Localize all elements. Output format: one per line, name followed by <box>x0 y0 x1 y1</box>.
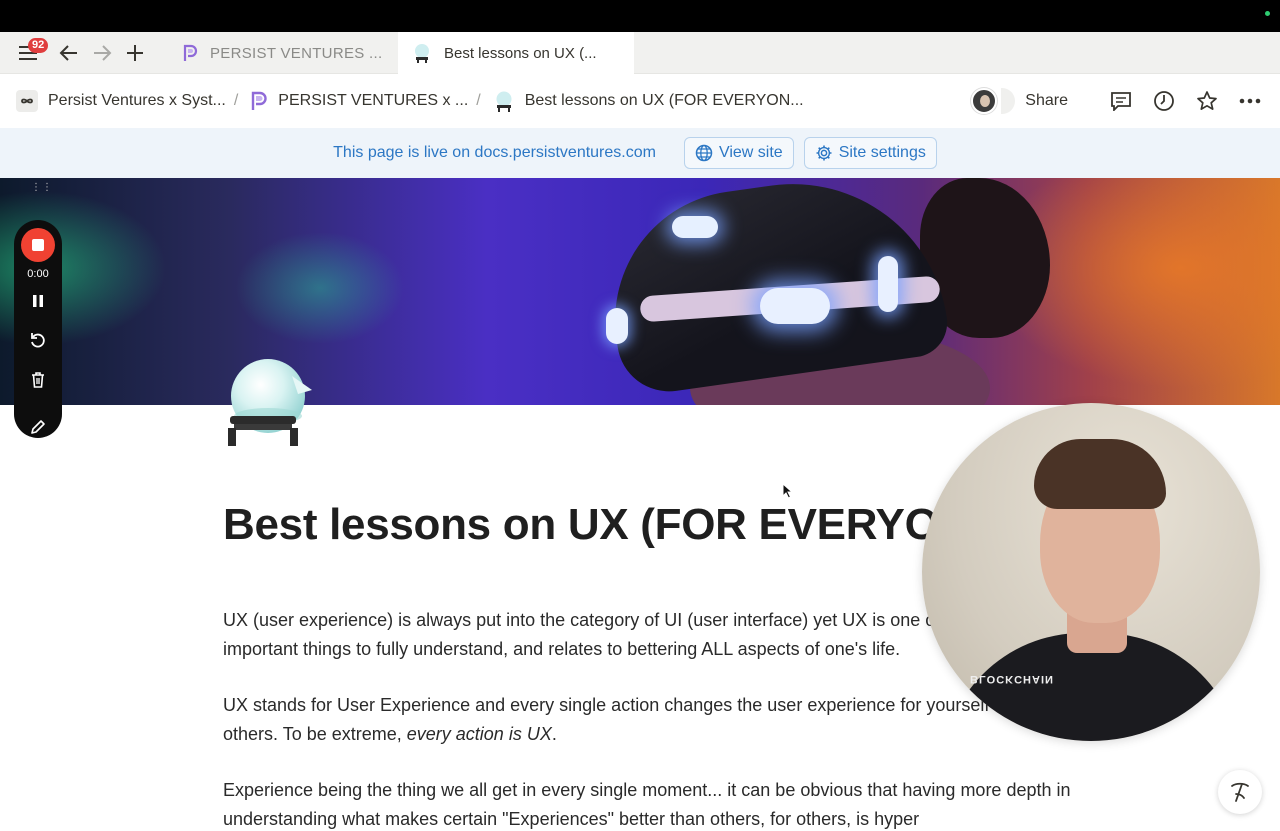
avatar[interactable] <box>971 88 998 114</box>
restart-icon <box>31 333 45 348</box>
webcam-bubble[interactable]: BLOCKCHAIN <box>922 403 1260 741</box>
share-button[interactable]: Share <box>1025 92 1068 110</box>
page-cover-image[interactable] <box>0 178 1280 405</box>
live-site-banner: This page is live on docs.persistventure… <box>0 128 1280 178</box>
stop-recording-button[interactable] <box>21 228 55 262</box>
persist-logo-icon <box>182 44 198 62</box>
more-options-button[interactable] <box>1238 89 1262 113</box>
status-dot <box>1265 11 1270 16</box>
restart-button[interactable] <box>14 331 62 349</box>
new-tab-button[interactable] <box>120 32 150 74</box>
crystal-ball-icon <box>493 90 515 112</box>
arrow-right-icon <box>94 45 112 61</box>
site-settings-label: Site settings <box>838 144 926 161</box>
ai-assistant-icon <box>1231 782 1249 802</box>
tab-label: PERSIST VENTURES ... <box>210 44 383 62</box>
paragraph-2-text: UX stands for User Experience and every … <box>223 695 1025 744</box>
pause-icon <box>33 295 43 307</box>
page-title[interactable]: Best lessons on UX (FOR EVERYO <box>223 500 939 550</box>
webcam-hair-shape <box>1034 439 1166 509</box>
tab-best-lessons-ux[interactable]: Best lessons on UX (... <box>398 32 634 74</box>
cover-light-3 <box>878 256 898 312</box>
arrow-left-icon <box>59 45 77 61</box>
page-actions: Share <box>971 74 1262 128</box>
draw-button[interactable] <box>14 418 62 436</box>
tab-persist-ventures[interactable]: PERSIST VENTURES ... <box>168 32 398 74</box>
avatar-placeholder <box>1001 88 1016 114</box>
help-button[interactable] <box>1218 770 1262 814</box>
persist-logo-icon <box>250 91 268 111</box>
system-top-bar <box>0 0 1280 32</box>
forward-button[interactable] <box>87 32 117 74</box>
gear-icon <box>815 144 833 162</box>
webcam-shirt-logo: BLOCKCHAIN <box>970 673 1054 685</box>
cover-light-2 <box>760 288 830 324</box>
breadcrumb-separator: / <box>233 92 239 109</box>
breadcrumb-item-workspace[interactable]: Persist Ventures x Syst... <box>16 90 226 112</box>
cover-light-4 <box>606 308 628 344</box>
paragraph-3[interactable]: Experience being the thing we all get in… <box>223 776 1083 831</box>
breadcrumb: Persist Ventures x Syst... / PERSIST VEN… <box>16 74 804 128</box>
crystal-ball-icon <box>412 43 432 63</box>
cover-light-1 <box>672 216 718 238</box>
breadcrumb-item-current-page[interactable]: Best lessons on UX (FOR EVERYON... <box>493 90 804 112</box>
breadcrumb-label: Best lessons on UX (FOR EVERYON... <box>524 92 804 109</box>
plus-icon <box>127 45 143 61</box>
browser-tab-strip: 92 PERSIST VENTURES ... Best lessons on … <box>0 32 1280 74</box>
breadcrumb-separator: / <box>476 92 481 109</box>
breadcrumb-item-persist[interactable]: PERSIST VENTURES x ... <box>250 91 468 111</box>
site-settings-button[interactable]: Site settings <box>803 137 937 169</box>
delete-recording-button[interactable] <box>14 371 62 388</box>
tab-label: Best lessons on UX (... <box>444 44 597 62</box>
notification-badge: 92 <box>28 38 49 53</box>
comment-icon <box>1111 92 1131 111</box>
breadcrumb-bar: Persist Ventures x Syst... / PERSIST VEN… <box>0 74 1280 128</box>
favorite-button[interactable] <box>1195 89 1219 113</box>
crystal-ball-icon <box>228 359 312 446</box>
infinity-icon <box>16 90 38 112</box>
clock-icon <box>1154 91 1174 111</box>
screen-recorder-toolbar: 0:00 <box>14 220 62 438</box>
breadcrumb-label: Persist Ventures x Syst... <box>48 92 226 109</box>
star-icon <box>1197 91 1217 110</box>
mouse-cursor-icon <box>782 483 794 499</box>
view-site-button[interactable]: View site <box>683 137 794 169</box>
drag-handle-icon[interactable]: ⋮⋮ <box>31 182 53 193</box>
pause-button[interactable] <box>14 294 62 308</box>
live-banner-text: This page is live on docs.persistventure… <box>333 144 656 161</box>
breadcrumb-label: PERSIST VENTURES x ... <box>278 92 469 109</box>
stop-icon <box>32 239 44 251</box>
history-button[interactable] <box>1152 89 1176 113</box>
globe-icon <box>695 144 713 162</box>
pencil-icon <box>31 420 45 434</box>
trash-icon <box>32 372 44 388</box>
page-icon-crystal-ball[interactable] <box>224 356 320 448</box>
paragraph-2-end: . <box>551 723 557 744</box>
recording-timer: 0:00 <box>27 268 49 280</box>
back-button[interactable] <box>54 32 84 74</box>
paragraph-2-emphasis: every action is UX <box>406 723 552 744</box>
view-site-label: View site <box>718 144 783 161</box>
more-icon <box>1239 98 1261 104</box>
comments-button[interactable] <box>1109 89 1133 113</box>
